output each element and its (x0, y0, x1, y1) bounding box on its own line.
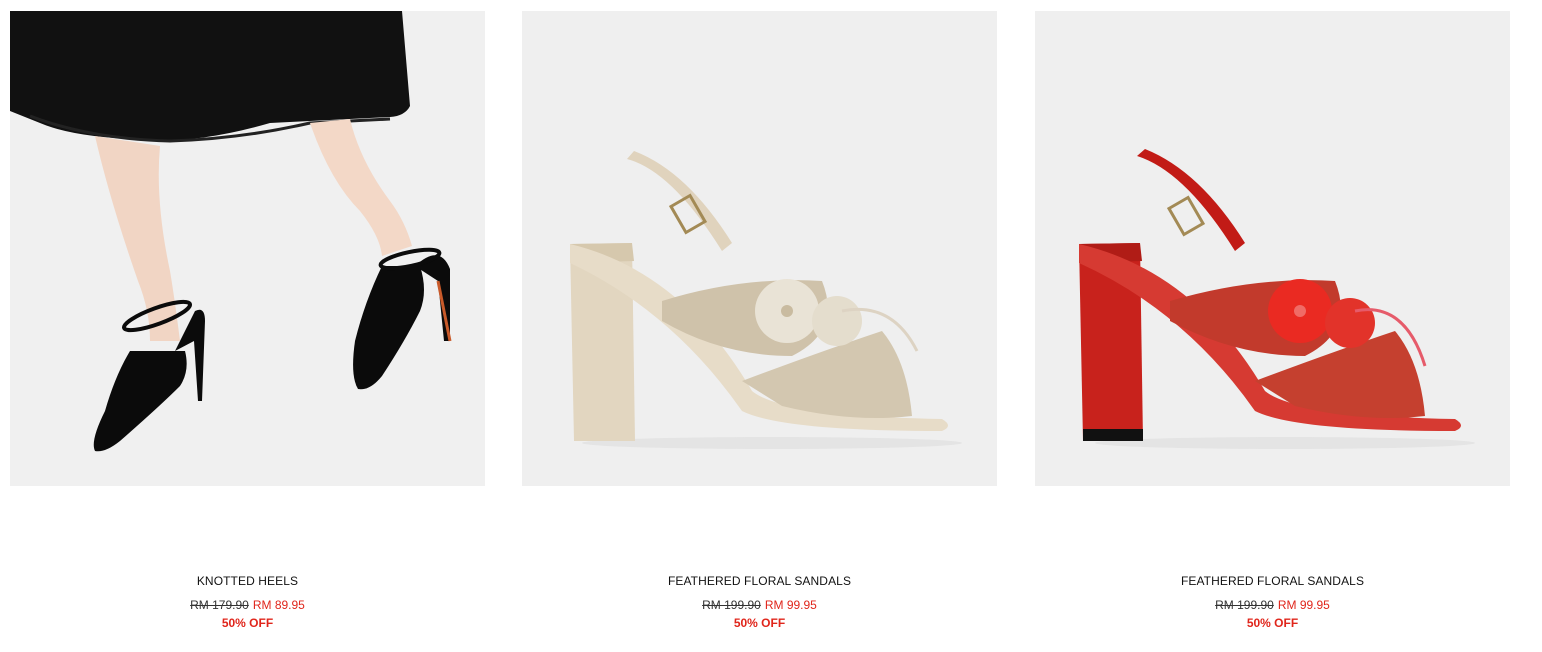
product-card: FEATHERED FLORAL SANDALS RM 199.90 RM 99.… (1035, 11, 1510, 630)
product-grid: KNOTTED HEELS RM 179.90RM 89.95 50% OFF (0, 0, 1542, 652)
price-row: RM 199.90 RM 99.95 (1035, 598, 1510, 612)
product-name-link[interactable]: KNOTTED HEELS (10, 574, 485, 588)
original-price: RM 199.90 (702, 598, 761, 612)
product-image-link[interactable] (1035, 11, 1510, 486)
product-info: KNOTTED HEELS RM 179.90 RM 89.95 50% OFF (10, 574, 485, 630)
product-image-link[interactable] (522, 11, 997, 486)
discount-badge: 50% OFF (1246, 616, 1299, 630)
black-knotted-heels-photo (10, 11, 485, 486)
product-info: FEATHERED FLORAL SANDALS RM 199.90 RM 99.… (522, 574, 997, 630)
original-price: RM 179.90 (190, 598, 249, 612)
product-image-link[interactable] (10, 11, 485, 486)
sale-price: RM 99.95 (1277, 598, 1330, 612)
sale-price: RM 89.95 (252, 598, 305, 612)
discount-badge: 50% OFF (733, 616, 786, 630)
product-card: KNOTTED HEELS RM 179.90 RM 89.95 50% OFF (10, 11, 485, 630)
price-row: RM 179.90 RM 89.95 (10, 598, 485, 612)
beige-feathered-sandal-photo (522, 11, 997, 486)
price-row: RM 199.90 RM 99.95 (522, 598, 997, 612)
discount-badge: 50% OFF (221, 616, 274, 630)
product-card: FEATHERED FLORAL SANDALS RM 199.90 RM 99.… (522, 11, 997, 630)
sale-price: RM 99.95 (764, 598, 817, 612)
red-feathered-sandal-photo (1035, 11, 1510, 486)
product-info: FEATHERED FLORAL SANDALS RM 199.90 RM 99.… (1035, 574, 1510, 630)
original-price: RM 199.90 (1215, 598, 1274, 612)
product-name-link[interactable]: FEATHERED FLORAL SANDALS (1035, 574, 1510, 588)
product-name-link[interactable]: FEATHERED FLORAL SANDALS (522, 574, 997, 588)
